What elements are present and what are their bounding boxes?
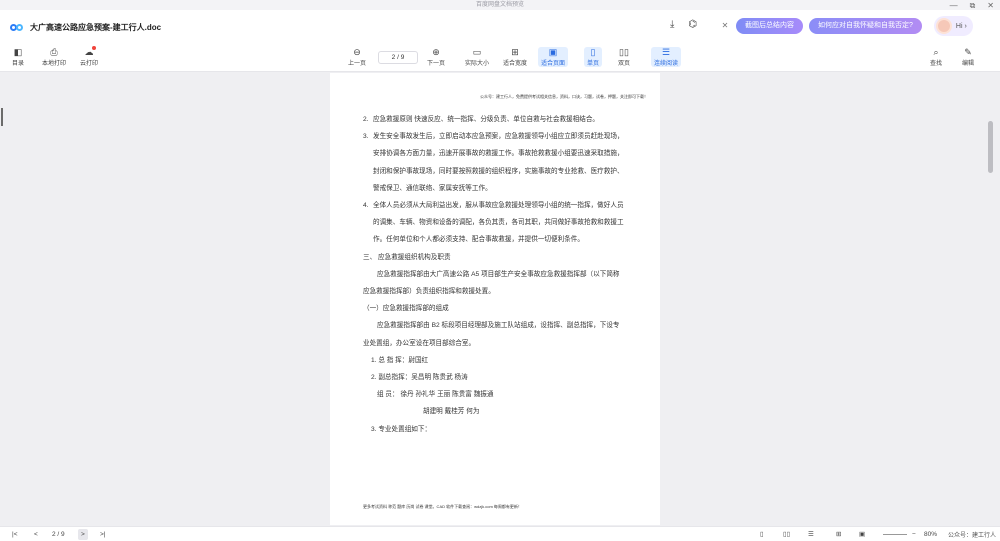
header-actions: ⤓ ⌬ xyxy=(670,19,697,30)
last-page-icon[interactable]: >| xyxy=(100,529,105,540)
edit-icon: ✎ xyxy=(964,47,972,57)
list-item: 3. 发生安全事故发生后，立即启动本应急预案，应急救援领导小组应立即须员赶赴现场… xyxy=(363,133,624,192)
member-line: 2. 副总指挥：吴昌明 陈贵武 杨涛 xyxy=(371,374,468,382)
section-heading: 三、 应急救援组织机构及职责 xyxy=(363,253,451,261)
double-page-icon: ▯▯ xyxy=(619,47,629,57)
share-icon[interactable]: ⌬ xyxy=(688,19,697,30)
cloud-print-button[interactable]: ☁ 云打印 xyxy=(80,46,98,67)
prev-page-icon: ⊖ xyxy=(353,47,361,57)
member-line: 组 员： 徐丹 孙礼华 王丽 陈贵富 魏振通 xyxy=(377,391,494,399)
document-body: 2. 应急救援原则 快速反应、统一指挥、分级负责、单位自救与社会救援相结合。 3… xyxy=(363,111,625,438)
continuous-view-icon[interactable]: ☰ xyxy=(808,529,814,540)
window-title-bar: 百度网盘文档预览 — ⧉ ✕ xyxy=(0,0,1000,10)
cloud-print-icon: ☁ xyxy=(84,46,96,57)
prev-page-small-icon[interactable]: < xyxy=(34,529,38,540)
scrollbar-thumb[interactable] xyxy=(988,121,993,173)
fit-width-button[interactable]: ⊞ 适合宽度 xyxy=(503,47,527,67)
document-header: 大广高速公路应急预案-建工行人.doc ⤓ ⌬ ✕ 截图后总结内容 如何应对自我… xyxy=(0,10,1000,44)
status-bar: |< < 2 / 9 > >| ▯ ▯▯ ☰ ⊞ ▣ − 80% 公众号：建工行… xyxy=(0,526,1000,541)
member-line: 1. 总 指 挥：尉国红 xyxy=(371,356,429,364)
print-icon: ⎙ xyxy=(50,47,58,57)
page-footer-text: 更多考试资料 称范 题库 历岗 试卷 课堂。CAD 软件下载查阅：wdzjk.c… xyxy=(363,504,522,509)
search-icon: ⌕ xyxy=(933,47,939,57)
search-button[interactable]: ⌕ 查找 xyxy=(930,47,942,67)
continuous-read-button[interactable]: ☰ 连续阅读 xyxy=(651,47,682,67)
fit-page-icon: ▣ xyxy=(548,47,558,57)
continuous-read-icon: ☰ xyxy=(661,47,671,57)
watermark-text: 公众号：建工行人 xyxy=(947,533,996,539)
ai-assistant-button[interactable]: Hi › xyxy=(933,16,973,36)
actual-size-icon: ▭ xyxy=(472,47,482,57)
ai-suggestion-summarize[interactable]: 截图后总结内容 xyxy=(736,18,803,34)
list-item: 4. 全体人员必须从大局利益出发，服从事故应急救援处理领导小组的统一指挥，做好人… xyxy=(363,202,624,244)
document-page: 公众号：建工行人，免费提供考试相关信息，资料，口诀，习题，试卷，押题，关注即可下… xyxy=(330,73,660,525)
actual-size-button[interactable]: ▭ 实际大小 xyxy=(465,47,489,67)
fit-width-icon: ⊞ xyxy=(511,47,519,57)
fit-width-small-icon[interactable]: ⊞ xyxy=(836,529,841,540)
single-page-icon: ▯ xyxy=(590,47,596,57)
fit-page-button[interactable]: ▣ 适合页面 xyxy=(538,47,569,67)
ai-assistant-bar: ✕ 截图后总结内容 如何应对自我怀疑和自我否定? Hi › xyxy=(720,16,973,36)
member-line: 3. 专业处置组如下： xyxy=(371,425,432,433)
first-page-icon[interactable]: |< xyxy=(12,529,17,540)
vertical-scrollbar[interactable] xyxy=(988,75,994,525)
zoom-slider[interactable] xyxy=(883,534,907,535)
ai-greeting: Hi › xyxy=(955,22,967,30)
next-page-button[interactable]: ⊕ 下一页 xyxy=(427,47,445,67)
section-paragraph: 应急救援指挥部由大广高速公路 A5 项目部生产安全事故应急救援指挥部（以下简称应… xyxy=(363,270,620,296)
download-icon[interactable]: ⤓ xyxy=(670,19,674,30)
document-filename: 大广高速公路应急预案-建工行人.doc xyxy=(30,22,162,32)
avatar xyxy=(935,18,952,34)
double-page-button[interactable]: ▯▯ 双页 xyxy=(618,47,630,67)
status-page-number[interactable]: 2 / 9 xyxy=(52,529,65,540)
catalog-icon: ◧ xyxy=(13,47,23,57)
sidebar-collapse-handle[interactable] xyxy=(1,108,3,126)
double-page-view-icon[interactable]: ▯▯ xyxy=(783,529,790,540)
catalog-button[interactable]: ◧ 目录 xyxy=(12,47,24,67)
subsection-heading: （一）应急救援指挥部的组成 xyxy=(363,305,449,313)
member-line: 胡建明 戴桂芳 何为 xyxy=(423,408,480,416)
window-title: 百度网盘文档预览 xyxy=(475,2,524,8)
subsection-paragraph: 应急救援指挥部由 B2 标段项目经理部及施工队站组成，设指挥、副总指挥，下设专业… xyxy=(363,322,620,347)
zoom-level: 80% xyxy=(924,531,938,538)
baidu-netdisk-logo-icon xyxy=(10,22,24,32)
local-print-button[interactable]: ⎙ 本地打印 xyxy=(42,47,66,67)
list-item: 2. 应急救援原则 快速反应、统一指挥、分级负责、单位自救与社会救援相结合。 xyxy=(363,116,600,123)
single-page-view-icon[interactable]: ▯ xyxy=(760,529,764,540)
toolbar: ◧ 目录 ⎙ 本地打印 ☁ 云打印 ⊖ 上一页 2 / 9 ⊕ 下一页 ▭ 实际… xyxy=(0,44,1000,72)
edit-button[interactable]: ✎ 编辑 xyxy=(962,47,974,67)
prev-page-button[interactable]: ⊖ 上一页 xyxy=(348,47,366,67)
next-page-icon: ⊕ xyxy=(432,47,440,57)
single-page-button[interactable]: ▯ 单页 xyxy=(584,47,603,67)
page-header-text: 公众号：建工行人，免费提供考试相关信息，资料，口诀，习题，试卷，押题，关注即可下… xyxy=(480,94,648,99)
fit-page-small-icon[interactable]: ▣ xyxy=(859,529,865,540)
next-page-small-icon[interactable]: > xyxy=(78,529,88,540)
notification-dot xyxy=(91,46,96,50)
page-number-input[interactable]: 2 / 9 xyxy=(378,51,418,64)
zoom-out-icon[interactable]: − xyxy=(912,529,916,540)
ai-suggestion-question[interactable]: 如何应对自我怀疑和自我否定? xyxy=(809,18,922,34)
close-icon[interactable]: ✕ xyxy=(720,21,730,31)
